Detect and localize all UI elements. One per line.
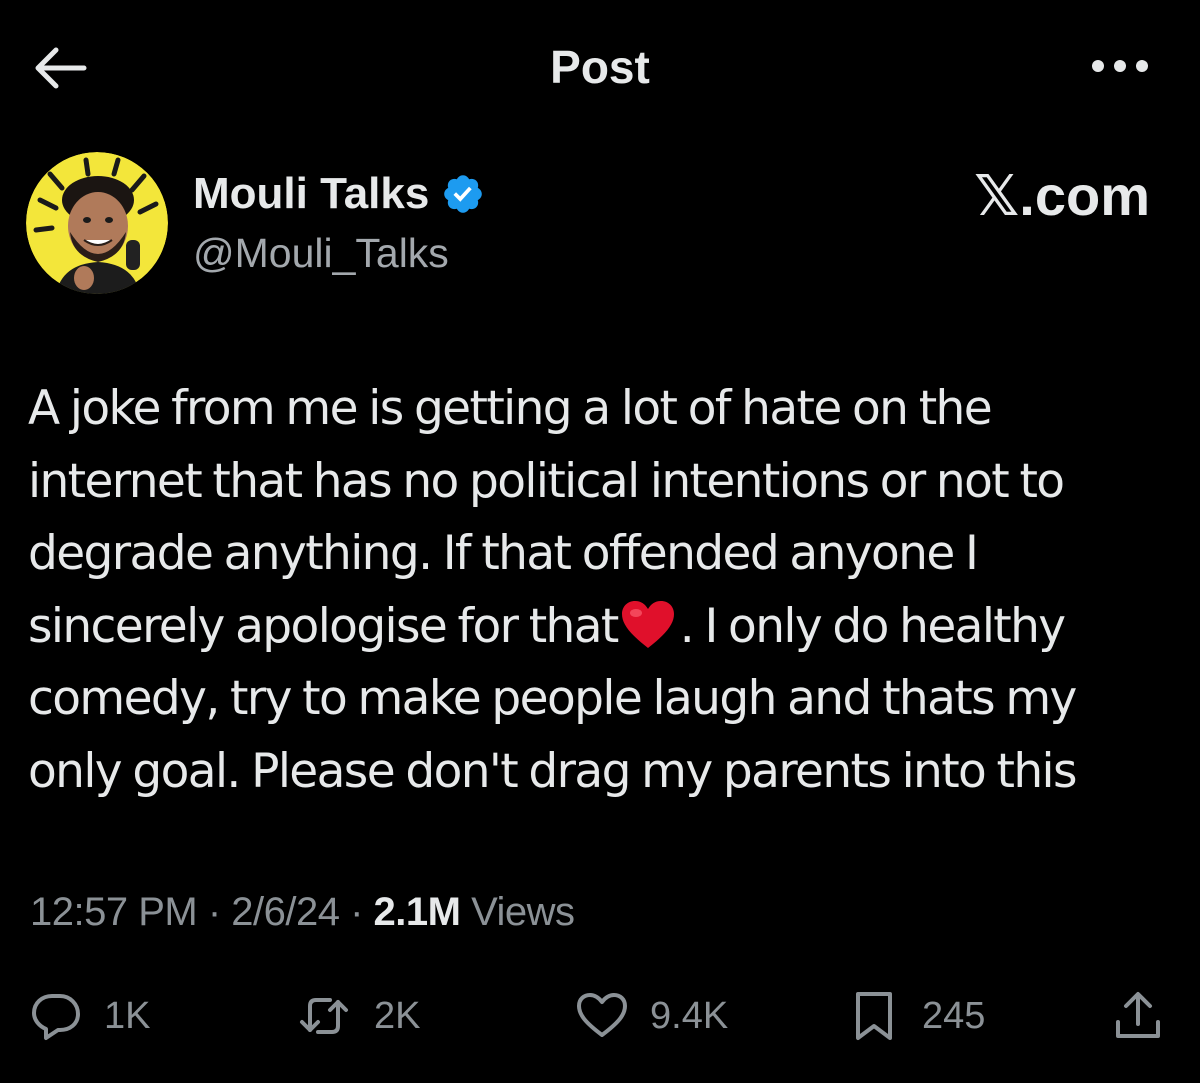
page-title: Post	[550, 41, 650, 93]
post-date[interactable]: 2/6/24	[231, 890, 340, 934]
repost-icon	[300, 998, 348, 1034]
post-time[interactable]: 12:57 PM	[30, 890, 198, 934]
post-meta: 12:57 PM · 2/6/24 · 2.1M Views	[30, 886, 575, 938]
avatar-image	[26, 152, 168, 294]
repost-button[interactable]: 2K	[296, 984, 420, 1048]
post-text-line: internet that has no political intention…	[28, 453, 1065, 509]
views-count: 2.1M	[373, 890, 461, 934]
author-name[interactable]: Mouli Talks	[193, 168, 429, 220]
share-button[interactable]	[1112, 984, 1164, 1048]
reply-icon	[32, 994, 80, 1040]
verified-badge-icon	[444, 175, 483, 213]
meta-separator: ·	[339, 890, 374, 934]
meta-separator: ·	[197, 890, 232, 934]
repost-count: 2K	[374, 995, 421, 1037]
watermark: 𝕏.com	[974, 164, 1150, 227]
reply-button[interactable]: 1K	[30, 984, 150, 1048]
bookmark-button[interactable]: 245	[848, 984, 985, 1048]
post-text-line-with-emoji: sincerely apologise for that . I only do …	[28, 591, 1178, 664]
heart-outline-icon	[577, 993, 627, 1037]
post-text-line: only goal. Please don't drag my parents …	[28, 743, 1078, 799]
post-text-segment: sincerely apologise for that	[28, 598, 619, 654]
post-text-line: A joke from me is getting a lot of hate …	[28, 381, 993, 436]
bookmark-icon	[856, 992, 892, 1040]
share-icon	[1116, 992, 1160, 1038]
more-horizontal-icon	[1092, 60, 1148, 72]
post-text-segment: . I only do healthy	[679, 598, 1066, 654]
like-button[interactable]: 9.4K	[576, 984, 728, 1048]
views-label: Views	[460, 890, 575, 934]
post-text-line: degrade anything. If that offended anyon…	[28, 526, 979, 581]
avatar[interactable]	[26, 152, 168, 294]
author-name-row[interactable]: Mouli Talks	[193, 166, 485, 222]
post-text: A joke from me is getting a lot of hate …	[28, 373, 1178, 808]
reply-count: 1K	[104, 995, 151, 1037]
author-handle[interactable]: @Mouli_Talks	[193, 228, 449, 278]
like-count: 9.4K	[650, 995, 729, 1037]
heart-emoji-icon	[621, 600, 674, 648]
more-options-button[interactable]	[1070, 34, 1170, 98]
bookmark-count: 245	[922, 995, 986, 1037]
post-text-line: comedy, try to make people laugh and tha…	[28, 671, 1077, 726]
